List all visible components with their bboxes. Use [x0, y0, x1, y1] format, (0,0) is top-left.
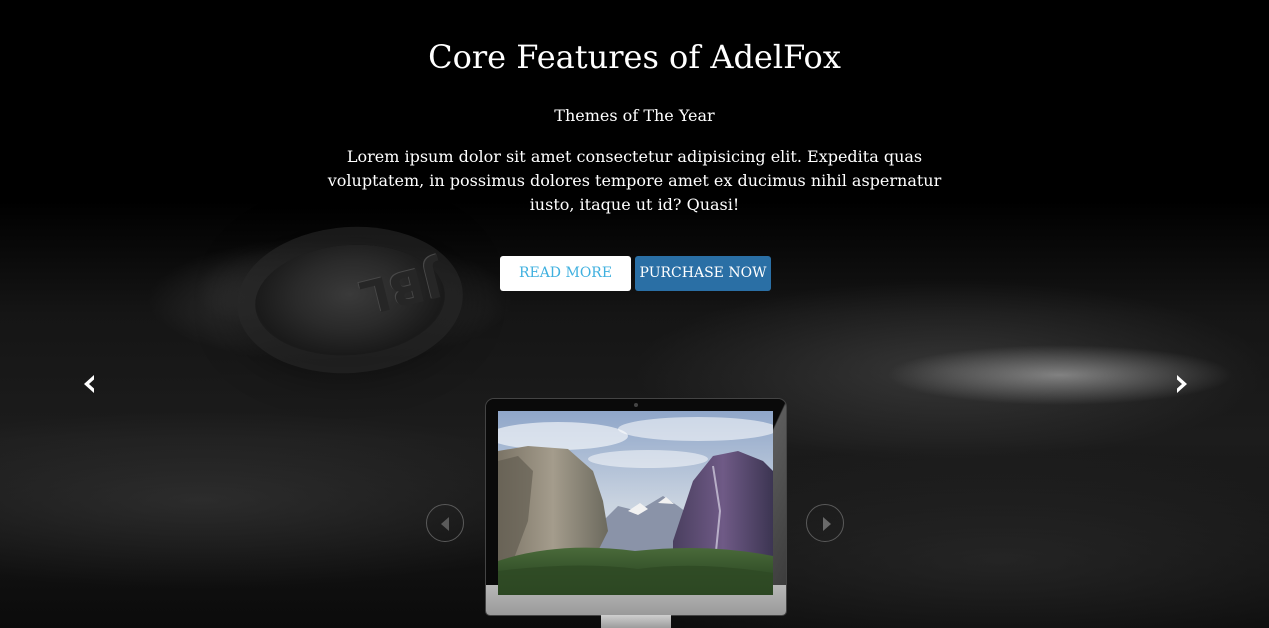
triangle-right-icon — [823, 517, 831, 531]
slider-next-button[interactable] — [806, 504, 844, 542]
monitor-mockup — [486, 399, 786, 615]
monitor-screen-image — [498, 411, 773, 595]
hero-section: JBL Core Features of AdelFox Themes of T… — [0, 0, 1269, 628]
landscape-image — [498, 411, 773, 595]
hero-description: Lorem ipsum dolor sit amet consectetur a… — [327, 147, 942, 214]
read-more-button[interactable]: READ MORE — [500, 256, 631, 291]
monitor-stand — [601, 615, 671, 628]
carousel-prev-button[interactable] — [78, 372, 102, 396]
chevron-left-icon — [84, 375, 94, 393]
hero-subtitle: Themes of The Year — [554, 106, 715, 125]
chevron-right-icon — [1177, 375, 1187, 393]
triangle-left-icon — [441, 517, 449, 531]
slider-prev-button[interactable] — [426, 504, 464, 542]
purchase-now-button[interactable]: PURCHASE NOW — [635, 256, 771, 291]
monitor-camera — [634, 403, 638, 407]
carousel-next-button[interactable] — [1169, 372, 1193, 396]
hero-title: Core Features of AdelFox — [428, 38, 841, 76]
